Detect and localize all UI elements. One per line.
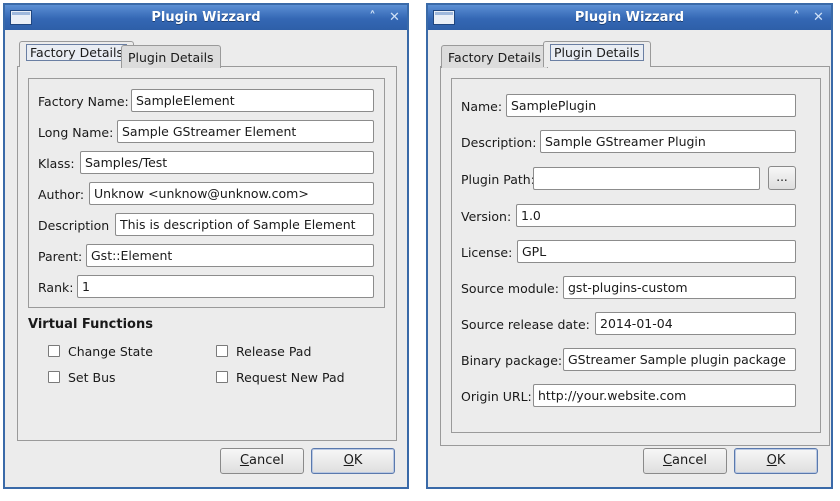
source-release-date-label: Source release date:: [461, 317, 590, 332]
browse-button[interactable]: ...: [768, 166, 796, 190]
ok-button[interactable]: OK: [311, 448, 395, 474]
close-icon[interactable]: ✕: [809, 9, 828, 26]
checkbox-label: Release Pad: [236, 344, 312, 359]
name-input[interactable]: SamplePlugin: [506, 94, 796, 117]
checkbox-label: Set Bus: [68, 370, 116, 385]
rank-input[interactable]: 1: [77, 275, 374, 298]
parent-input[interactable]: Gst::Element: [86, 244, 374, 267]
klass-label: Klass:: [38, 156, 75, 171]
window-title: Plugin Wizzard: [574, 10, 685, 25]
factory-name-label: Factory Name:: [38, 94, 129, 109]
tab-plugin-details[interactable]: Plugin Details: [121, 45, 221, 68]
author-input[interactable]: Unknow <unknow@unknow.com>: [89, 182, 374, 205]
binary-package-label: Binary package:: [461, 353, 563, 368]
source-module-input[interactable]: gst-plugins-custom: [563, 276, 796, 299]
author-label: Author:: [38, 187, 85, 202]
description-input[interactable]: Sample GStreamer Plugin: [540, 130, 796, 153]
license-input[interactable]: GPL: [517, 240, 796, 263]
description-label: Description: [38, 218, 110, 233]
rank-label: Rank:: [38, 280, 74, 295]
parent-label: Parent:: [38, 249, 83, 264]
tab-plugin-details[interactable]: Plugin Details: [543, 41, 651, 67]
binary-package-input[interactable]: GStreamer Sample plugin package: [563, 348, 796, 371]
source-module-label: Source module:: [461, 281, 559, 296]
maximize-icon[interactable]: ˄: [363, 9, 382, 26]
origin-url-input[interactable]: http://your.website.com: [533, 384, 796, 407]
checkbox-label: Change State: [68, 344, 153, 359]
cancel-button[interactable]: Cancel: [220, 448, 304, 474]
close-icon[interactable]: ✕: [385, 9, 404, 26]
ok-button[interactable]: OK: [734, 448, 818, 474]
plugin-path-input[interactable]: [533, 167, 760, 190]
tab-factory-details[interactable]: Factory Details: [441, 45, 548, 68]
virtual-functions-heading: Virtual Functions: [28, 317, 153, 332]
description-label: Description:: [461, 135, 537, 150]
long-name-input[interactable]: Sample GStreamer Element: [117, 120, 374, 143]
window-title: Plugin Wizzard: [151, 10, 261, 25]
checkbox-box[interactable]: [216, 345, 228, 357]
origin-url-label: Origin URL:: [461, 389, 532, 404]
description-input[interactable]: This is description of Sample Element: [115, 213, 374, 236]
source-release-date-input[interactable]: 2014-01-04: [595, 312, 796, 335]
plugin-path-label: Plugin Path:: [461, 172, 535, 187]
version-input[interactable]: 1.0: [516, 204, 796, 227]
cancel-button[interactable]: Cancel: [643, 448, 727, 474]
name-label: Name:: [461, 99, 503, 114]
checkbox-label: Request New Pad: [236, 370, 345, 385]
version-label: Version:: [461, 209, 512, 224]
klass-input[interactable]: Samples/Test: [80, 151, 374, 174]
checkbox-box[interactable]: [216, 371, 228, 383]
plugin-wizzard-dialog-plugin: Plugin Wizzard ˄ ✕ Factory Details Plugi…: [426, 3, 833, 489]
long-name-label: Long Name:: [38, 125, 114, 140]
tab-factory-details[interactable]: Factory Details: [19, 41, 134, 67]
factory-name-input[interactable]: SampleElement: [131, 89, 374, 112]
checkbox-box[interactable]: [48, 345, 60, 357]
title-bar[interactable]: Plugin Wizzard ˄ ✕: [5, 5, 407, 30]
title-bar[interactable]: Plugin Wizzard ˄ ✕: [428, 5, 831, 30]
plugin-wizzard-dialog-factory: Plugin Wizzard ˄ ✕ Factory Details Plugi…: [3, 3, 409, 489]
checkbox-box[interactable]: [48, 371, 60, 383]
license-label: License:: [461, 245, 513, 260]
maximize-icon[interactable]: ˄: [787, 9, 806, 26]
